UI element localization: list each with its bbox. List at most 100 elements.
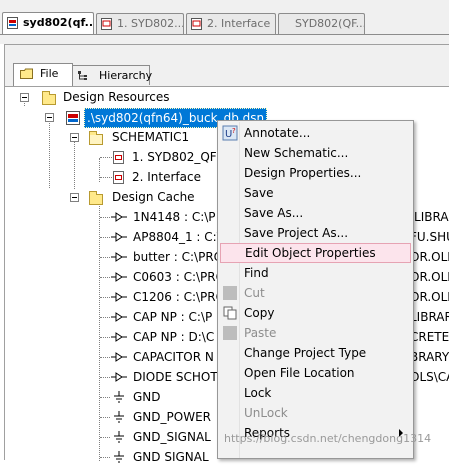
cache-item-name: GND SIGNAL (133, 450, 209, 464)
copy-icon (223, 306, 237, 320)
tree-line (100, 277, 110, 278)
watermark-text: https://blog.csdn.net/chengdong1314 (224, 432, 432, 445)
cache-item[interactable]: 1N4148 : C:\P (133, 208, 216, 226)
expand-toggle[interactable] (70, 193, 79, 202)
tree-line (100, 297, 110, 298)
doc-tab-page1[interactable]: 1. SYD802... (96, 13, 184, 34)
menu-item-label: Save As... (244, 206, 304, 220)
cache-item[interactable]: AP8804_1 : C:\ (133, 228, 221, 246)
part-symbol-icon (111, 332, 127, 342)
tree-line (100, 257, 110, 258)
document-tab-bar: syd802(qf... 1. SYD802... 2. Interface S… (0, 0, 449, 44)
cache-item[interactable]: GND (133, 388, 161, 406)
tree-item-schematic[interactable]: SCHEMATIC1 (112, 128, 189, 146)
doc-tab-part[interactable]: SYD802(QF... (278, 13, 365, 34)
expand-toggle[interactable] (45, 113, 54, 122)
cache-item[interactable]: C1206 : C:\PRO (133, 288, 225, 306)
cache-item[interactable]: GND SIGNAL (133, 448, 209, 466)
part-symbol-icon (111, 272, 127, 282)
menu-item-lock[interactable]: Lock (220, 383, 411, 403)
cache-item-path-tail: OR.OLE (410, 270, 449, 284)
menu-item-unlock: UnLock (220, 403, 411, 423)
cache-item-path-tail: CRETE.O (410, 330, 449, 344)
tree-line (99, 158, 100, 182)
tree-item-design-resources[interactable]: Design Resources (63, 88, 170, 106)
doc-tab-page2[interactable]: 2. Interface (186, 13, 276, 34)
ground-symbol-icon (114, 431, 124, 443)
cache-item-name: butter : C:\PRO (133, 250, 224, 264)
tree-line (100, 377, 110, 378)
tree-line (74, 138, 75, 189)
svg-text:?: ? (232, 127, 236, 135)
cache-item-path-tail: OR.OLE (410, 250, 449, 264)
menu-item-annotate[interactable]: U? Annotate... (220, 123, 411, 143)
cache-item[interactable]: GND_POWER (133, 408, 211, 426)
tree-line (100, 217, 110, 218)
cache-item[interactable]: DIODE SCHOT (133, 368, 218, 386)
menu-item-label: Open File Location (244, 366, 355, 380)
schematic-page-icon (191, 18, 202, 30)
cache-item-name: GND_POWER (133, 410, 211, 424)
cache-item-name: GND (133, 390, 161, 404)
cache-item-name: CAP NP : D:\C (133, 330, 215, 344)
expand-toggle[interactable] (20, 93, 29, 102)
menu-item-label: Paste (244, 326, 277, 340)
part-symbol-icon (111, 372, 127, 382)
tree-line (100, 437, 110, 438)
cache-item[interactable]: GND_SIGNAL (133, 428, 211, 446)
doc-tab-design[interactable]: syd802(qf... (2, 12, 94, 34)
cache-item-path-tail: OR.OLE (410, 290, 449, 304)
doc-tab-label: 1. SYD802... (117, 17, 184, 30)
cut-icon (223, 286, 237, 300)
part-symbol-icon (111, 352, 127, 362)
ground-symbol-icon (114, 391, 124, 403)
folder-icon (42, 91, 56, 105)
cache-item-path-tail: BRARY\ (410, 350, 449, 364)
cache-item[interactable]: butter : C:\PRO (133, 248, 223, 266)
menu-item-copy[interactable]: Copy (220, 303, 411, 323)
tree-line (100, 337, 110, 338)
tab-hierarchy[interactable]: Hierarchy (72, 65, 152, 85)
cache-item-path-tail: LIBRARY (410, 310, 449, 324)
folder-icon (20, 68, 33, 79)
tree-line (100, 177, 112, 178)
panel-tab-bar: File Hierarchy (5, 45, 449, 87)
menu-item-change-project-type[interactable]: Change Project Type (220, 343, 411, 363)
tree-item-design-cache[interactable]: Design Cache (112, 188, 195, 206)
hierarchy-icon (78, 71, 87, 80)
tab-file[interactable]: File (13, 63, 73, 86)
cache-item[interactable]: CAP NP : D:\C (133, 328, 214, 346)
tree-line (100, 157, 112, 158)
tab-file-label: File (40, 67, 59, 80)
menu-item-label: Find (244, 266, 269, 280)
cache-item-name: 1N4148 : C:\P (133, 210, 216, 224)
menu-item-cut: Cut (220, 283, 411, 303)
cache-item-name: AP8804_1 : C:\ (133, 230, 221, 244)
cache-item[interactable]: CAPACITOR N (133, 348, 214, 366)
cache-item-name: CAPACITOR N (133, 350, 214, 364)
tree-item-page[interactable]: 2. Interface (132, 168, 201, 186)
ground-symbol-icon (114, 451, 124, 463)
menu-item-new-schematic[interactable]: New Schematic... (220, 143, 411, 163)
expand-toggle[interactable] (70, 133, 79, 142)
menu-item-find[interactable]: Find (220, 263, 411, 283)
tree-line (100, 397, 110, 398)
part-symbol-icon (111, 212, 127, 222)
part-symbol-icon (111, 312, 127, 322)
menu-item-open-file-location[interactable]: Open File Location (220, 363, 411, 383)
menu-item-design-properties[interactable]: Design Properties... (220, 163, 411, 183)
menu-item-edit-object-properties[interactable]: Edit Object Properties (220, 243, 411, 263)
cache-item[interactable]: C0603 : C:\PRO (133, 268, 225, 286)
cache-item-path-tail: \LIBRA (410, 210, 449, 224)
cache-item[interactable]: CAP NP : C:\P (133, 308, 212, 326)
schematic-page-icon (101, 18, 112, 30)
menu-item-label: Edit Object Properties (245, 246, 376, 260)
menu-item-label: Design Properties... (244, 166, 362, 180)
menu-item-save-as[interactable]: Save As... (220, 203, 411, 223)
menu-item-save[interactable]: Save (220, 183, 411, 203)
cache-item-path-tail: FU.SHU (410, 230, 449, 244)
menu-item-save-project-as[interactable]: Save Project As... (220, 223, 411, 243)
menu-item-label: Annotate... (244, 126, 311, 140)
part-symbol-icon (111, 252, 127, 262)
tree-item-page[interactable]: 1. SYD802_QF (132, 148, 217, 166)
